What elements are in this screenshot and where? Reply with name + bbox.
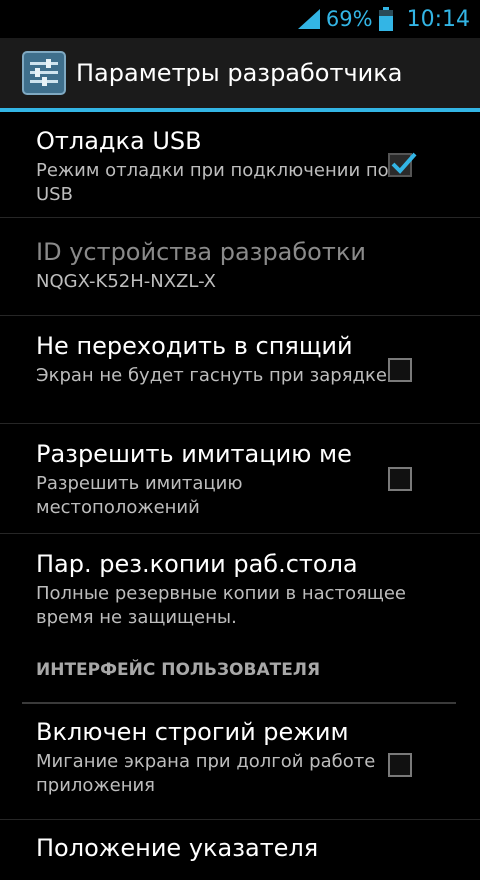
developer-settings-icon[interactable] xyxy=(22,51,66,95)
pref-summary: Режим отладки при подключении по USB xyxy=(36,160,389,205)
pref-summary: NQGX-K52H-NXZL-X xyxy=(36,271,217,292)
pref-title: ID устройства разработки xyxy=(36,238,366,266)
stay-awake-checkbox[interactable] xyxy=(388,357,412,382)
action-bar: Параметры разработчика xyxy=(0,38,480,108)
status-indicators: 69% 10:14 xyxy=(297,0,470,38)
pref-title: Пар. рез.копии раб.стола xyxy=(36,550,358,578)
pref-title: Положение указателя xyxy=(36,834,319,862)
pref-title: Не переходить в спящий xyxy=(36,332,353,360)
battery-icon xyxy=(378,7,393,31)
pref-summary: Разрешить имитацию местоположений xyxy=(36,473,243,518)
section-header-user-interface: ИНТЕРФЕЙС ПОЛЬЗОВАТЕЛЯ xyxy=(0,644,480,710)
pref-title: Включен строгий режим xyxy=(36,718,349,746)
pref-strict-mode[interactable]: Включен строгий режим Мигание экрана при… xyxy=(0,710,480,820)
pref-desktop-backup-password[interactable]: Пар. рез.копии раб.стола Полные резервны… xyxy=(0,534,480,644)
pref-title: Разрешить имитацию ме xyxy=(36,440,352,468)
pref-pointer-location[interactable]: Положение указателя xyxy=(0,820,480,880)
mock-locations-checkbox[interactable] xyxy=(388,466,412,491)
checkmark-icon xyxy=(391,152,417,174)
pref-summary: Экран не будет гаснуть при зарядке xyxy=(36,365,387,386)
strict-mode-checkbox[interactable] xyxy=(388,752,412,777)
pref-title: Отладка USB xyxy=(36,127,202,155)
pref-stay-awake[interactable]: Не переходить в спящий Экран не будет га… xyxy=(0,316,480,424)
signal-icon xyxy=(297,9,320,29)
pref-dev-device-id: ID устройства разработки NQGX-K52H-NXZL-… xyxy=(0,218,480,316)
pref-usb-debugging[interactable]: Отладка USB Режим отладки при подключени… xyxy=(0,112,480,218)
battery-percent: 69% xyxy=(325,7,373,31)
pref-mock-locations[interactable]: Разрешить имитацию ме Разрешить имитацию… xyxy=(0,424,480,534)
section-header-label: ИНТЕРФЕЙС ПОЛЬЗОВАТЕЛЯ xyxy=(36,660,321,680)
status-bar: 69% 10:14 xyxy=(0,0,480,38)
pref-summary: Мигание экрана при долгой работе приложе… xyxy=(36,751,376,796)
section-divider xyxy=(22,702,456,704)
pref-summary: Полные резервные копии в настоящее время… xyxy=(36,583,407,628)
preferences-list: Отладка USB Режим отладки при подключени… xyxy=(0,112,480,880)
clock: 10:14 xyxy=(406,6,470,32)
page-title: Параметры разработчика xyxy=(76,59,403,87)
usb-debugging-checkbox[interactable] xyxy=(388,152,417,177)
